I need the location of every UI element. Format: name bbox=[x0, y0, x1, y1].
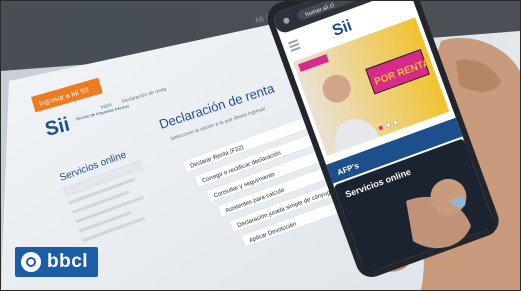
photo-frame: Ingresar a Mi SII Sii Servicio de Impues… bbox=[0, 0, 521, 291]
bbcl-brand-text: bbcl bbox=[47, 251, 89, 272]
bbcl-watermark: bbcl bbox=[15, 247, 99, 277]
bbcl-logo-icon bbox=[21, 252, 41, 272]
